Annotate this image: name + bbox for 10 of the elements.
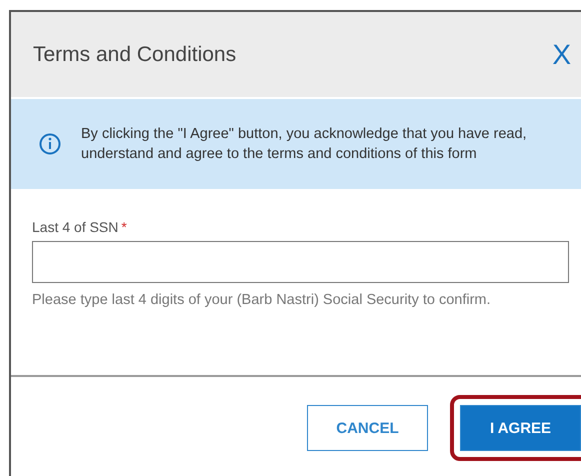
cancel-button[interactable]: CANCEL	[307, 405, 428, 451]
info-icon	[39, 133, 61, 155]
ssn-input-field[interactable]	[32, 241, 569, 283]
notice-text: By clicking the "I Agree" button, you acknowledge that you have read, understand and agree to the terms and conditions of this form	[81, 125, 528, 164]
field-label: Last 4 of SSN	[32, 219, 118, 235]
help-text: Please type last 4 digits of your (Barb Nastri) Social Security to confirm.	[32, 291, 492, 310]
required-mark: *	[121, 219, 127, 235]
agree-button[interactable]: I AGREE	[460, 405, 581, 451]
close-button[interactable]: X	[542, 40, 581, 68]
dialog-title: Terms and Conditions	[33, 42, 236, 66]
